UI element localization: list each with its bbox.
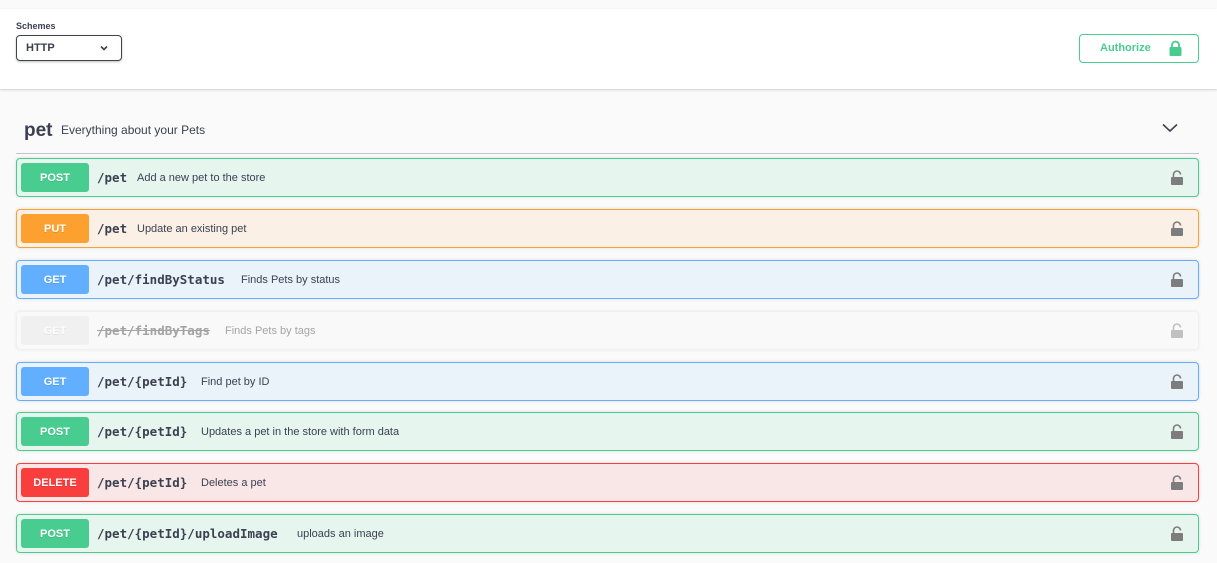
scheme-select-value: HTTP — [26, 42, 55, 54]
method-badge: GET — [21, 367, 89, 396]
tag-name: pet — [24, 120, 53, 141]
lock-icon[interactable] — [1170, 271, 1184, 288]
lock-icon[interactable] — [1170, 474, 1184, 491]
method-badge: POST — [21, 163, 89, 192]
method-badge: DELETE — [21, 468, 89, 497]
scheme-select[interactable]: HTTP — [16, 35, 122, 61]
operation-path: /pet — [97, 170, 128, 185]
lock-icon[interactable] — [1170, 322, 1184, 339]
operation-get-pet-by-id[interactable]: GET /pet/{petId} Find pet by ID — [16, 362, 1199, 401]
operation-summary: Deletes a pet — [201, 477, 266, 489]
method-badge: POST — [21, 417, 89, 446]
operation-path: /pet/{petId} — [97, 475, 188, 490]
lock-icon[interactable] — [1170, 423, 1184, 440]
operation-summary: uploads an image — [297, 528, 384, 540]
operation-path: /pet/{petId} — [97, 424, 188, 439]
method-badge: GET — [21, 265, 89, 294]
operation-summary: Finds Pets by status — [241, 274, 341, 286]
lock-icon[interactable] — [1170, 220, 1184, 237]
tag-description: Everything about your Pets — [61, 123, 206, 137]
chevron-down-icon — [100, 45, 108, 51]
operation-post-pet[interactable]: POST /pet Add a new pet to the store — [16, 158, 1199, 197]
method-badge: POST — [21, 519, 89, 548]
operation-summary: Find pet by ID — [201, 376, 270, 388]
operation-get-find-by-status[interactable]: GET /pet/findByStatus Finds Pets by stat… — [16, 260, 1199, 299]
operation-post-pet-by-id[interactable]: POST /pet/{petId} Updates a pet in the s… — [16, 412, 1199, 451]
operation-path: /pet/findByTags — [97, 323, 210, 338]
lock-icon[interactable] — [1170, 169, 1184, 186]
operation-path: /pet/{petId}/uploadImage — [97, 526, 278, 541]
method-badge: PUT — [21, 214, 89, 243]
authorize-button[interactable]: Authorize — [1079, 34, 1199, 63]
operation-delete-pet[interactable]: DELETE /pet/{petId} Deletes a pet — [16, 463, 1199, 502]
top-bar: Schemes HTTP Authorize — [0, 9, 1217, 89]
operation-path: /pet/{petId} — [97, 374, 188, 389]
operation-summary: Finds Pets by tags — [225, 325, 316, 337]
lock-icon — [1169, 40, 1182, 56]
lock-icon[interactable] — [1170, 373, 1184, 390]
schemes-label: Schemes — [16, 21, 56, 31]
operation-put-pet[interactable]: PUT /pet Update an existing pet — [16, 209, 1199, 248]
tag-header-pet[interactable]: pet Everything about your Pets — [16, 111, 1199, 154]
operation-post-upload-image[interactable]: POST /pet/{petId}/uploadImage uploads an… — [16, 514, 1199, 553]
operation-summary: Update an existing pet — [137, 223, 247, 235]
operation-get-find-by-tags[interactable]: GET /pet/findByTags Finds Pets by tags — [16, 311, 1199, 350]
lock-icon[interactable] — [1170, 525, 1184, 542]
operation-summary: Updates a pet in the store with form dat… — [201, 426, 400, 438]
operation-path: /pet — [97, 221, 128, 236]
chevron-down-icon[interactable] — [1161, 121, 1179, 135]
operation-summary: Add a new pet to the store — [137, 172, 266, 184]
operation-path: /pet/findByStatus — [97, 272, 225, 287]
authorize-label: Authorize — [1100, 42, 1151, 54]
method-badge: GET — [21, 316, 89, 345]
